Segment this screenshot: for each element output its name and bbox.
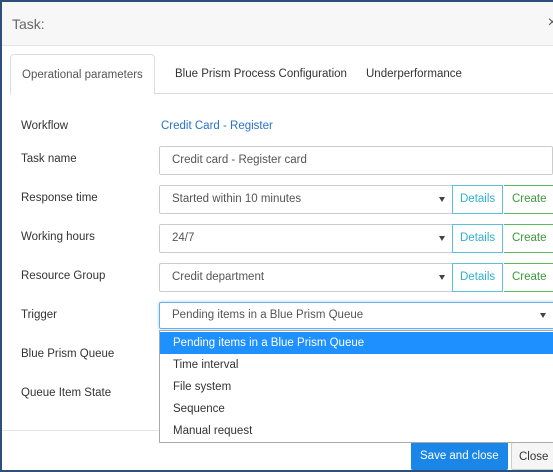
save-and-close-button[interactable]: Save and close [411,442,508,470]
resource-group-create-button[interactable]: Create [504,263,553,292]
queue-item-state-label: Queue Item State [21,387,112,399]
trigger-value: Pending items in a Blue Prism Queue [172,309,364,321]
task-name-label: Task name [21,153,77,165]
modal-header: Task: × [2,2,553,46]
trigger-option-file-system[interactable]: File system [160,376,553,398]
close-icon[interactable]: × [548,14,553,32]
caret-down-icon [439,275,445,280]
task-name-input[interactable]: Credit card - Register card [159,146,553,175]
resource-group-label: Resource Group [21,270,106,282]
close-button[interactable]: Close [511,442,553,470]
trigger-option-pending-items[interactable]: Pending items in a Blue Prism Queue [160,332,553,354]
tab-blue-prism-process-configuration[interactable]: Blue Prism Process Configuration [164,54,358,95]
modal-title: Task: [12,16,45,32]
resource-group-value: Credit department [172,271,265,283]
trigger-select[interactable]: Pending items in a Blue Prism Queue [159,302,553,329]
response-time-value: Started within 10 minutes [172,193,302,205]
trigger-dropdown-list: Pending items in a Blue Prism Queue Time… [159,330,553,443]
resource-group-select[interactable]: Credit department [159,263,453,292]
response-time-create-button[interactable]: Create [504,185,553,214]
tab-bar: Operational parameters Blue Prism Proces… [10,54,553,95]
response-time-label: Response time [21,192,98,204]
tab-underperformance[interactable]: Underperformance [355,54,473,95]
trigger-option-time-interval[interactable]: Time interval [160,354,553,376]
working-hours-value: 24/7 [172,232,195,244]
working-hours-select[interactable]: 24/7 [159,224,453,253]
workflow-link[interactable]: Credit Card - Register [161,120,273,132]
caret-down-icon [439,236,445,241]
caret-down-icon [540,313,546,318]
response-time-select[interactable]: Started within 10 minutes [159,185,453,214]
trigger-option-sequence[interactable]: Sequence [160,398,553,420]
blue-prism-queue-label: Blue Prism Queue [21,348,115,360]
caret-down-icon [439,197,445,202]
workflow-label: Workflow [21,120,69,132]
response-time-details-button[interactable]: Details [452,185,504,214]
working-hours-create-button[interactable]: Create [504,224,553,253]
resource-group-details-button[interactable]: Details [452,263,504,292]
trigger-option-manual-request[interactable]: Manual request [160,420,553,442]
working-hours-details-button[interactable]: Details [452,224,504,253]
working-hours-label: Working hours [21,231,95,243]
trigger-label: Trigger [21,309,57,321]
tab-operational-parameters[interactable]: Operational parameters [10,54,155,95]
